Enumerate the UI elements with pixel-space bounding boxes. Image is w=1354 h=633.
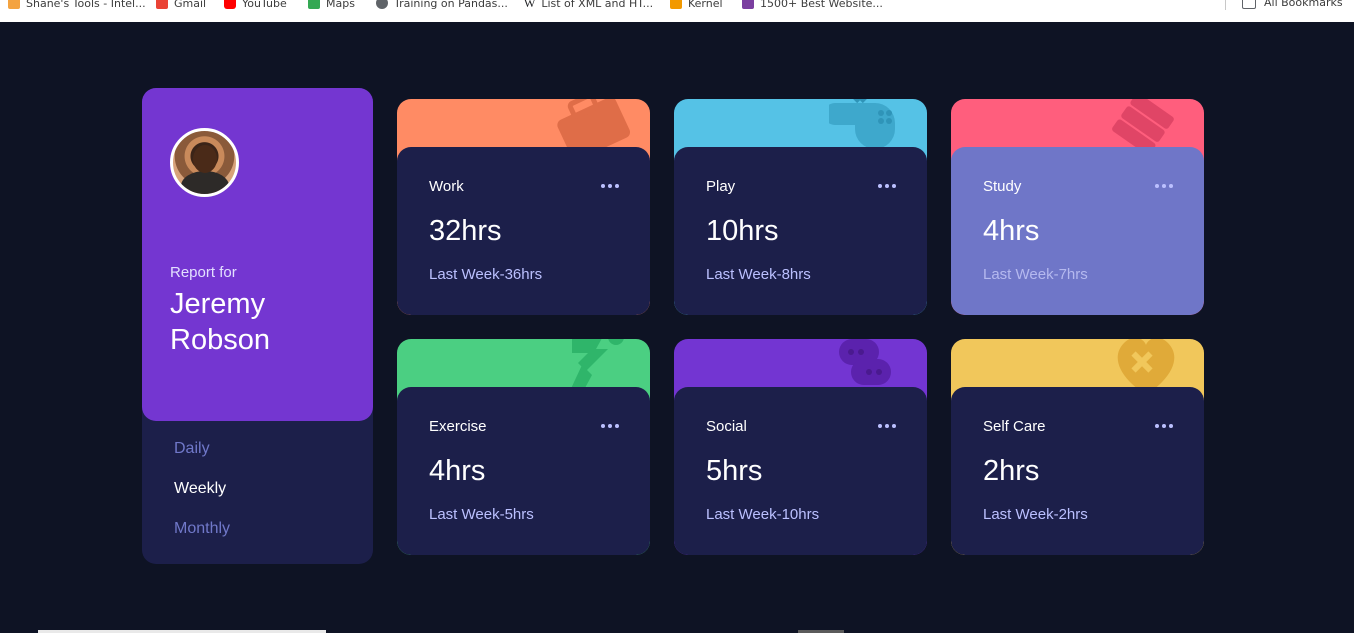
ellipsis-icon[interactable] bbox=[875, 173, 896, 193]
card-previous: Last Week-36hrs bbox=[429, 266, 543, 283]
card-title: Play bbox=[706, 178, 736, 195]
card-title: Social bbox=[706, 418, 747, 435]
ellipsis-icon[interactable] bbox=[1152, 173, 1173, 193]
bookmark-xml-list[interactable]: W List of XML and HT... bbox=[524, 0, 653, 11]
period-weekly[interactable]: Weekly bbox=[174, 480, 226, 498]
bookmark-youtube[interactable]: YouTube bbox=[224, 0, 287, 11]
bookmark-kernel[interactable]: Kernel bbox=[670, 0, 723, 11]
card-self-care-body[interactable]: Self Care 2hrs Last Week-2hrs bbox=[951, 387, 1204, 555]
shanes-tools-icon bbox=[8, 0, 20, 9]
globe-icon bbox=[376, 0, 388, 9]
card-previous: Last Week-10hrs bbox=[706, 506, 820, 523]
all-bookmarks-button[interactable]: All Bookmarks bbox=[1242, 0, 1343, 9]
card-study: Study 4hrs Last Week-7hrs bbox=[951, 99, 1204, 315]
card-play-body[interactable]: Play 10hrs Last Week-8hrs bbox=[674, 147, 927, 315]
kernel-icon bbox=[670, 0, 682, 9]
bookmark-training-pandas[interactable]: Training on Pandas... bbox=[376, 0, 508, 11]
card-work: Work 32hrs Last Week-36hrs bbox=[397, 99, 650, 315]
profile-card: Report for Jeremy Robson Daily Weekly Mo… bbox=[142, 88, 373, 564]
ellipsis-icon[interactable] bbox=[1152, 413, 1173, 433]
bookmarks-bar: Shane's Tools - Intel... Gmail YouTube M… bbox=[0, 0, 1354, 22]
ellipsis-icon[interactable] bbox=[875, 413, 896, 433]
profile-header: Report for Jeremy Robson bbox=[142, 88, 373, 421]
card-title: Work bbox=[429, 178, 464, 195]
card-exercise-body[interactable]: Exercise 4hrs Last Week-5hrs bbox=[397, 387, 650, 555]
maps-icon bbox=[308, 0, 320, 9]
bookmark-maps[interactable]: Maps bbox=[308, 0, 355, 11]
bookmark-shanes-tools[interactable]: Shane's Tools - Intel... bbox=[8, 0, 146, 11]
bookmark-best-websites[interactable]: 1500+ Best Website... bbox=[742, 0, 883, 11]
card-previous: Last Week-5hrs bbox=[429, 506, 534, 523]
website-icon bbox=[742, 0, 754, 9]
avatar bbox=[170, 128, 239, 197]
card-hours: 4hrs bbox=[983, 215, 1040, 247]
card-hours: 5hrs bbox=[706, 455, 763, 487]
gmail-icon bbox=[156, 0, 168, 9]
card-title: Self Care bbox=[983, 418, 1046, 435]
card-hours: 10hrs bbox=[706, 215, 779, 247]
card-hours: 32hrs bbox=[429, 215, 502, 247]
report-for-label: Report for bbox=[170, 264, 237, 281]
period-monthly[interactable]: Monthly bbox=[174, 520, 230, 538]
ellipsis-icon[interactable] bbox=[598, 173, 619, 193]
card-previous: Last Week-8hrs bbox=[706, 266, 811, 283]
folder-icon bbox=[1242, 0, 1256, 9]
user-name: Jeremy Robson bbox=[170, 288, 270, 356]
bookmark-gmail[interactable]: Gmail bbox=[156, 0, 206, 11]
youtube-icon bbox=[224, 0, 236, 9]
card-exercise: Exercise 4hrs Last Week-5hrs bbox=[397, 339, 650, 555]
card-hours: 4hrs bbox=[429, 455, 486, 487]
wikipedia-icon: W bbox=[524, 0, 536, 10]
card-title: Study bbox=[983, 178, 1022, 195]
card-previous: Last Week-2hrs bbox=[983, 506, 1088, 523]
card-self-care: Self Care 2hrs Last Week-2hrs bbox=[951, 339, 1204, 555]
card-social-body[interactable]: Social 5hrs Last Week-10hrs bbox=[674, 387, 927, 555]
card-study-body[interactable]: Study 4hrs Last Week-7hrs bbox=[951, 147, 1204, 315]
card-hours: 2hrs bbox=[983, 455, 1040, 487]
bookmarks-separator bbox=[1225, 0, 1226, 10]
card-play: Play 10hrs Last Week-8hrs bbox=[674, 99, 927, 315]
card-social: Social 5hrs Last Week-10hrs bbox=[674, 339, 927, 555]
card-title: Exercise bbox=[429, 418, 487, 435]
card-work-body[interactable]: Work 32hrs Last Week-36hrs bbox=[397, 147, 650, 315]
period-daily[interactable]: Daily bbox=[174, 440, 210, 458]
ellipsis-icon[interactable] bbox=[598, 413, 619, 433]
card-previous: Last Week-7hrs bbox=[983, 266, 1088, 283]
